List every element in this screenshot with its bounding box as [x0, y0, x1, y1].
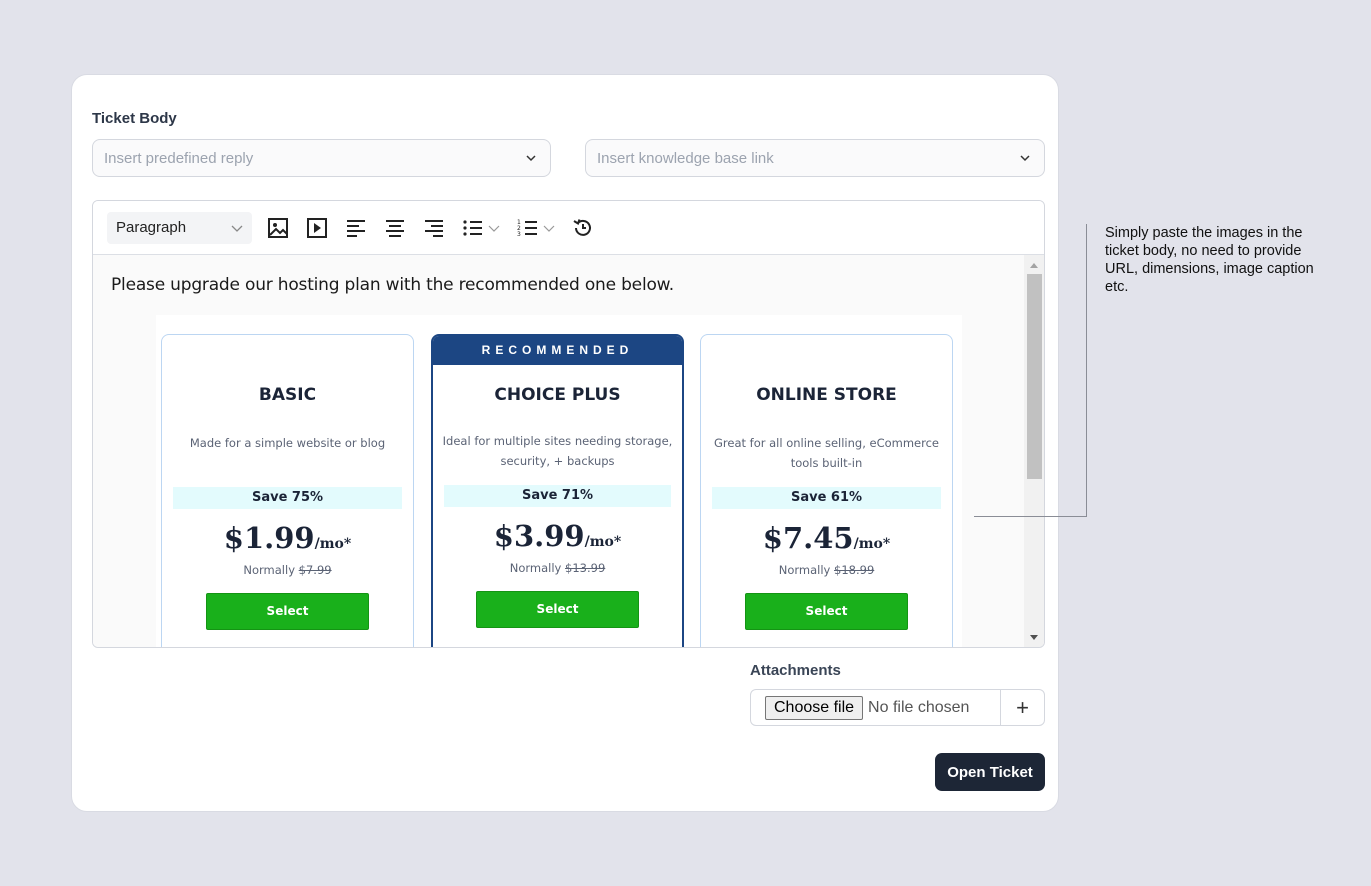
media-icon — [307, 217, 327, 238]
plan-name: ONLINE STORE — [756, 385, 897, 405]
pasted-pricing-image: BASIC Made for a simple website or blog … — [156, 315, 962, 647]
plan-price: $3.99/mo* — [433, 519, 682, 559]
normal-price-value: $7.99 — [298, 563, 332, 577]
chevron-down-icon — [488, 225, 500, 232]
chevron-down-icon — [543, 225, 555, 232]
align-left-icon — [347, 219, 365, 237]
plan-save-badge: Save 61% — [712, 487, 941, 509]
callout-connector-line — [974, 516, 1087, 517]
arrow-up-icon — [1030, 262, 1038, 268]
numbered-list-button[interactable]: 123 — [515, 215, 541, 241]
numbered-list-icon: 123 — [517, 219, 537, 238]
editor-content[interactable]: Please upgrade our hosting plan with the… — [93, 255, 1024, 647]
select-plan-button: Select — [745, 593, 908, 630]
align-center-button[interactable] — [382, 215, 408, 241]
predefined-reply-placeholder: Insert predefined reply — [104, 149, 254, 167]
plan-price-period: /mo* — [584, 534, 622, 550]
ticket-body-text: Please upgrade our hosting plan with the… — [111, 275, 675, 295]
image-icon — [268, 217, 288, 238]
callout-connector-line-vertical — [1086, 224, 1087, 517]
plan-price: $1.99/mo* — [162, 521, 413, 561]
history-icon — [573, 218, 591, 236]
predefined-reply-select[interactable]: Insert predefined reply — [92, 139, 551, 177]
plan-description: Great for all online selling, eCommerce … — [713, 436, 939, 470]
plan-normal-price: Normally $7.99 — [162, 563, 413, 577]
ticket-body-label: Ticket Body — [92, 110, 177, 127]
plan-normal-price: Normally $18.99 — [701, 563, 952, 577]
plan-description: Made for a simple website or blog — [189, 436, 386, 450]
history-button[interactable] — [570, 215, 596, 241]
bullet-list-button[interactable] — [460, 215, 486, 241]
plan-normal-price: Normally $13.99 — [433, 561, 682, 575]
bullet-list-icon — [463, 219, 482, 236]
bullet-list-options[interactable] — [488, 222, 502, 234]
normal-price-value: $13.99 — [565, 561, 606, 575]
plan-description: Ideal for multiple sites needing storage… — [442, 434, 673, 468]
editor-scrollbar[interactable] — [1024, 255, 1044, 647]
scroll-up-button[interactable] — [1024, 257, 1044, 273]
block-format-select[interactable]: Paragraph — [107, 211, 252, 244]
plan-price-value: $3.99 — [493, 519, 585, 553]
insert-image-button[interactable] — [265, 215, 291, 241]
plan-price-period: /mo* — [853, 536, 891, 552]
plan-card-online-store: ONLINE STORE Great for all online sellin… — [700, 334, 953, 647]
normally-label: Normally — [509, 561, 562, 575]
normally-label: Normally — [778, 563, 831, 577]
svg-text:3: 3 — [517, 231, 521, 238]
scrollbar-thumb[interactable] — [1027, 274, 1042, 479]
scroll-down-button[interactable] — [1024, 629, 1044, 645]
align-right-button[interactable] — [421, 215, 447, 241]
align-center-icon — [386, 219, 404, 237]
file-status: No file chosen — [868, 698, 970, 716]
plan-price: $7.45/mo* — [701, 521, 952, 561]
knowledge-base-placeholder: Insert knowledge base link — [597, 149, 774, 167]
normal-price-value: $18.99 — [834, 563, 875, 577]
select-plan-button: Select — [476, 591, 639, 628]
open-ticket-button[interactable]: Open Ticket — [935, 753, 1045, 791]
ticket-form-card: Ticket Body Insert predefined reply Inse… — [71, 74, 1059, 812]
add-attachment-button[interactable]: + — [1000, 690, 1044, 725]
plan-price-value: $7.45 — [762, 521, 854, 555]
chevron-down-icon — [231, 225, 243, 232]
plan-card-choice-plus: RECOMMENDED CHOICE PLUS Ideal for multip… — [431, 334, 684, 647]
plan-save-badge: Save 75% — [173, 487, 402, 509]
callout-annotation: Simply paste the images in the ticket bo… — [1105, 225, 1314, 295]
recommended-banner: RECOMMENDED — [433, 336, 682, 365]
plan-price-value: $1.99 — [223, 521, 315, 555]
insert-media-button[interactable] — [304, 215, 330, 241]
chevron-down-icon — [526, 155, 536, 162]
plan-card-basic: BASIC Made for a simple website or blog … — [161, 334, 414, 647]
select-plan-button: Select — [206, 593, 369, 630]
rich-text-editor: Paragraph 1 2 3 Please upgrade our hosti… — [92, 200, 1045, 648]
choose-file-button[interactable]: Choose file — [765, 695, 864, 720]
align-right-icon — [425, 219, 443, 237]
block-format-value: Paragraph — [116, 219, 187, 236]
chevron-down-icon — [1020, 155, 1030, 162]
align-left-button[interactable] — [343, 215, 369, 241]
knowledge-base-select[interactable]: Insert knowledge base link — [585, 139, 1045, 177]
plan-name: BASIC — [258, 385, 317, 405]
plan-save-badge: Save 71% — [444, 485, 671, 507]
arrow-down-icon — [1030, 634, 1038, 640]
plan-price-period: /mo* — [314, 536, 352, 552]
editor-toolbar: Paragraph 1 2 3 — [93, 201, 1044, 255]
attachments-label: Attachments — [750, 662, 841, 679]
attachment-file-input: Choose file No file chosen + — [750, 689, 1045, 726]
plan-name: CHOICE PLUS — [494, 385, 621, 405]
numbered-list-options[interactable] — [543, 222, 557, 234]
normally-label: Normally — [243, 563, 296, 577]
